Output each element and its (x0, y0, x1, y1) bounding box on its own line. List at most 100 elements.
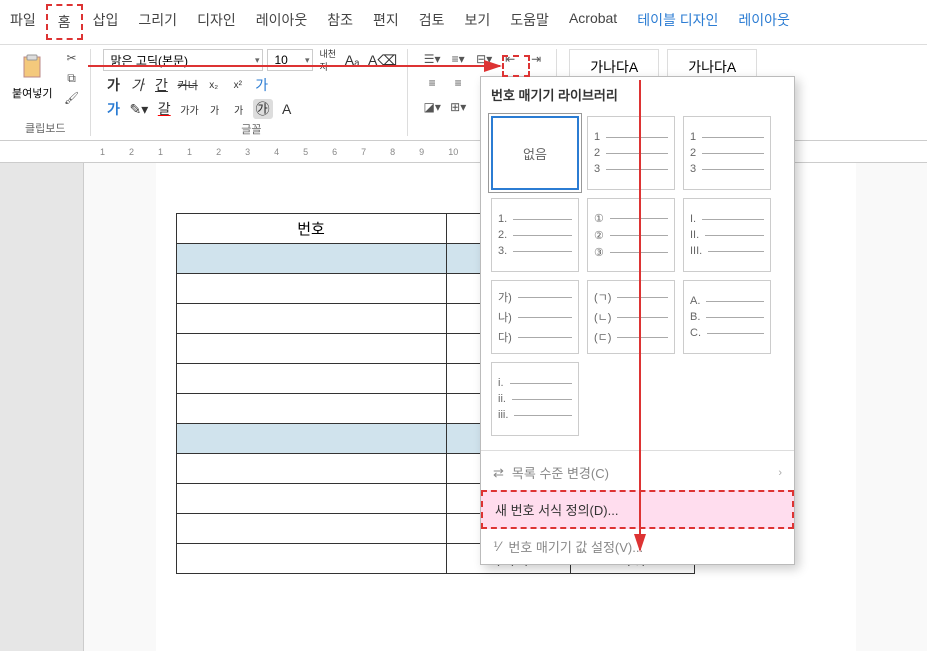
numbering-tile[interactable]: i. ii. iii. (491, 362, 579, 436)
shading-button[interactable]: ◪▾ (420, 97, 444, 117)
tile-line: I. (690, 213, 696, 225)
bold-button[interactable]: 가 (103, 75, 123, 95)
cut-button[interactable]: ✂ (60, 49, 82, 67)
td[interactable] (176, 334, 446, 364)
clear-format-button[interactable]: A⌫ (366, 50, 399, 70)
menu-acrobat[interactable]: Acrobat (559, 4, 627, 40)
tile-line: 2 (690, 147, 696, 159)
paste-icon (16, 51, 48, 83)
td[interactable] (176, 244, 446, 274)
paste-label: 붙여넣기 (12, 85, 52, 101)
numbering-button[interactable]: ≡▾ (446, 49, 470, 69)
numbering-tile[interactable]: 가) 나) 다) (491, 280, 579, 354)
change-list-level-menu: ⇄ 목록 수준 변경(C) › (481, 455, 794, 490)
numbering-tiles-grid: 없음 1 2 3 1 2 3 1. 2. 3. ① ② ③ I. II. III… (481, 112, 794, 446)
numbering-tile[interactable]: (ㄱ) (ㄴ) (ㄷ) (587, 280, 675, 354)
td[interactable] (176, 544, 446, 574)
tile-line: (ㄴ) (594, 309, 611, 325)
text-color-button[interactable]: 가 (103, 99, 123, 119)
style-preview-text: 가나다A (590, 57, 638, 77)
strike-button[interactable]: 커너 (175, 75, 199, 95)
align-left-button[interactable]: ≡ (420, 73, 444, 93)
paste-button[interactable]: 붙여넣기 (8, 49, 56, 103)
change-case-button[interactable]: Aₐ (342, 50, 362, 70)
italic-button[interactable]: 가 (127, 75, 147, 95)
enclosed-char-button[interactable]: ㉮ (253, 99, 273, 119)
numbering-tile[interactable]: ① ② ③ (587, 198, 675, 272)
clipboard-label: 클립보드 (8, 118, 82, 136)
tile-line: C. (690, 327, 701, 339)
font-name-value: 맑은 고딕(본문) (110, 52, 188, 69)
numbering-tile[interactable]: A. B. C. (683, 280, 771, 354)
tile-line: 가) (498, 289, 512, 305)
ruler-tick: 4 (274, 147, 279, 157)
multilevel-button[interactable]: ⊟▾ (472, 49, 496, 69)
menu-view[interactable]: 보기 (455, 4, 501, 40)
menu-layout[interactable]: 레이아웃 (246, 4, 318, 40)
menu-table-layout[interactable]: 레이아웃 (728, 4, 800, 40)
tile-line: i. (498, 377, 504, 389)
tile-line: 1 (594, 131, 600, 143)
td[interactable] (176, 454, 446, 484)
menu-draw[interactable]: 그리기 (128, 4, 187, 40)
char-narrow-button[interactable]: 가 (229, 99, 249, 119)
td[interactable] (176, 304, 446, 334)
tile-line: 3 (690, 163, 696, 175)
ruler-tick: 2 (216, 147, 221, 157)
underline-button[interactable]: 간 (151, 75, 171, 95)
char-widen-button[interactable]: 가 (205, 99, 225, 119)
td[interactable] (176, 484, 446, 514)
menu-design[interactable]: 디자인 (187, 4, 246, 40)
copy-button[interactable]: ⧉ (60, 69, 82, 87)
font-name-combo[interactable]: 맑은 고딕(본문) ▾ (103, 49, 263, 71)
font-color-button[interactable]: 갈 (154, 99, 174, 119)
chevron-right-icon: › (778, 467, 782, 479)
chevron-down-icon: ▾ (255, 55, 260, 66)
tile-line: ① (594, 212, 604, 225)
highlight-button[interactable]: ✎▾ (127, 99, 150, 119)
define-new-number-format-menu[interactable]: 새 번호 서식 정의(D)... (481, 490, 794, 529)
menu-home[interactable]: 홈 (46, 4, 83, 40)
menu-references[interactable]: 참조 (317, 4, 363, 40)
numbering-tile[interactable]: I. II. III. (683, 198, 771, 272)
td[interactable] (176, 394, 446, 424)
ribbon-font-group: 맑은 고딕(본문)▾ 10▾ 내천지 Aₐ A⌫ 가 가 간 커너 x₂ x² … (103, 49, 408, 136)
menu-table-design[interactable]: 테이블 디자인 (627, 4, 728, 40)
th-number[interactable]: 번호 (176, 214, 446, 244)
style-preview-text: 가나다A (688, 57, 736, 77)
menu-insert[interactable]: 삽입 (83, 4, 129, 40)
menu-review[interactable]: 검토 (409, 4, 455, 40)
ruler-tick: 1 (187, 147, 192, 157)
menu-mailings[interactable]: 편지 (363, 4, 409, 40)
numbering-tile[interactable]: 1 2 3 (683, 116, 771, 190)
text-effects-button[interactable]: 가 (252, 75, 272, 95)
tile-line: 3. (498, 245, 507, 257)
td[interactable] (176, 424, 446, 454)
superscript-button[interactable]: x² (228, 75, 248, 95)
menu-file[interactable]: 파일 (0, 4, 46, 40)
ruler-tick: 6 (332, 147, 337, 157)
ruler-tick: 10 (448, 147, 458, 157)
navigation-pane[interactable] (0, 163, 84, 651)
numbering-none-tile[interactable]: 없음 (491, 116, 579, 190)
td[interactable] (176, 514, 446, 544)
align-center-button[interactable]: ≡ (446, 73, 470, 93)
subscript-button[interactable]: x₂ (204, 75, 224, 95)
char-border-button[interactable]: A (277, 99, 297, 119)
td[interactable] (176, 274, 446, 304)
tile-line: (ㄷ) (594, 329, 611, 345)
tile-line: ii. (498, 393, 506, 405)
borders-button[interactable]: ⊞▾ (446, 97, 470, 117)
font-size-combo[interactable]: 10▾ (267, 49, 313, 71)
ruler-tick: 3 (245, 147, 250, 157)
td[interactable] (176, 364, 446, 394)
format-painter-button[interactable]: 🖌 (60, 89, 82, 107)
char-shading-button[interactable]: 가가 (178, 99, 200, 119)
numbering-tile[interactable]: 1. 2. 3. (491, 198, 579, 272)
numbering-tile[interactable]: 1 2 3 (587, 116, 675, 190)
bullets-button[interactable]: ☰▾ (420, 49, 444, 69)
grow-font-button[interactable]: 내천지 (317, 50, 338, 70)
menu-help[interactable]: 도움말 (500, 4, 559, 40)
tile-line: II. (690, 229, 699, 241)
menu-label: 목록 수준 변경(C) (512, 463, 609, 482)
